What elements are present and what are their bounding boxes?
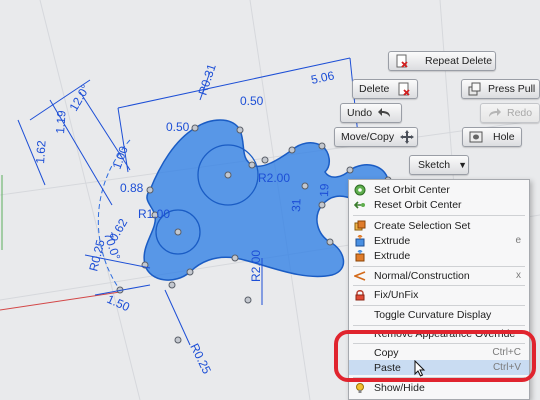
redo-label: Redo — [507, 107, 533, 119]
menu-item-shortcut: Ctrl+C — [492, 347, 521, 358]
menu-separator — [353, 215, 525, 216]
extrude-icon — [354, 249, 366, 262]
menu-item-label: Copy — [374, 346, 399, 359]
selection-set-icon — [354, 220, 366, 232]
delete-label: Delete — [359, 83, 390, 95]
press-pull-button[interactable]: Press Pull — [461, 79, 540, 99]
undo-label: Undo — [347, 107, 373, 119]
x-axis-line — [0, 291, 121, 311]
dimension-label: 1.62 — [33, 140, 49, 165]
move-arrows-icon — [400, 130, 415, 144]
orbit-center-icon — [354, 184, 366, 196]
undo-arrow-icon — [378, 106, 392, 120]
dimension-label: R0.25 — [187, 341, 214, 376]
menu-item-label: Extrude — [374, 249, 411, 262]
dimension-label: R2.00 — [258, 171, 290, 185]
press-pull-label: Press Pull — [488, 83, 536, 95]
dimension-label: 1.50 — [105, 292, 132, 314]
menu-item-label: Toggle Curvature Display — [374, 308, 492, 321]
hole-button[interactable]: Hole — [462, 127, 522, 147]
move-copy-label: Move/Copy — [341, 131, 395, 143]
dimension-label: 31 — [289, 198, 303, 212]
dimension-label: R2.00 — [249, 250, 263, 282]
menu-item-paste[interactable]: Paste Ctrl+V — [349, 360, 529, 375]
menu-item-remove-appearance-override[interactable]: Remove Appearance Override — [349, 326, 529, 341]
menu-item-extrude[interactable]: Extrude e — [349, 233, 529, 248]
menu-item-label: Extrude — [374, 234, 411, 247]
repeat-delete-button[interactable]: Repeat Delete — [388, 51, 496, 71]
context-menu: Set Orbit Center Reset Orbit Center Crea… — [348, 179, 530, 400]
dimension-label: 12.0° — [66, 82, 92, 114]
sketch-dropdown[interactable]: Sketch ▼ — [409, 155, 469, 175]
dimension-label: R1.00 — [138, 207, 170, 221]
menu-item-shortcut: Ctrl+V — [492, 362, 521, 373]
menu-item-fix-unfix[interactable]: Fix/UnFix — [349, 287, 529, 302]
menu-item-shortcut: x — [516, 270, 521, 281]
delete-icon — [397, 82, 411, 96]
dimension-label: 0.62 — [106, 216, 130, 244]
normal-construction-icon — [354, 270, 366, 282]
menu-item-copy[interactable]: Copy Ctrl+C — [349, 345, 529, 360]
press-pull-icon — [468, 82, 482, 96]
dimension-label: 0.50 — [166, 120, 190, 134]
repeat-delete-label: Repeat Delete — [425, 55, 493, 67]
menu-separator — [353, 377, 525, 378]
dimension-label: 0.88 — [120, 181, 144, 195]
reset-orbit-icon — [354, 199, 366, 211]
menu-item-label: Remove Appearance Override — [374, 327, 516, 340]
menu-item-show-hide[interactable]: Show/Hide — [349, 380, 529, 395]
bulb-icon — [354, 382, 366, 394]
menu-item-label: Normal/Construction — [374, 269, 470, 282]
triangle-down-icon: ▼ — [458, 160, 468, 170]
redo-arrow-icon — [487, 106, 501, 120]
menu-item-label: Paste — [374, 361, 401, 374]
menu-separator — [353, 285, 525, 286]
menu-separator — [353, 305, 525, 306]
hole-icon — [469, 130, 483, 144]
hole-label: Hole — [493, 131, 515, 143]
dimension-label: R0.25 — [86, 238, 107, 273]
mouse-cursor-icon — [414, 360, 426, 377]
menu-item-extrude-alt[interactable]: Extrude — [349, 248, 529, 263]
dimension-label: R0.31 — [196, 62, 219, 97]
menu-separator — [353, 343, 525, 344]
menu-item-label: Reset Orbit Center — [374, 198, 462, 211]
lock-icon — [354, 289, 366, 301]
menu-item-shortcut: e — [515, 235, 521, 246]
dimension-label: 5.06 — [310, 68, 336, 87]
delete-icon — [395, 54, 409, 68]
menu-item-label: Show/Hide — [374, 381, 425, 394]
menu-item-toggle-curvature[interactable]: Toggle Curvature Display — [349, 307, 529, 322]
dimension-label: 1.19 — [53, 110, 69, 135]
move-copy-button[interactable]: Move/Copy — [334, 127, 418, 147]
extrude-icon — [354, 234, 366, 247]
sketch-label: Sketch — [418, 159, 451, 171]
dimension-label: 0.50 — [240, 94, 264, 108]
menu-item-normal-construction[interactable]: Normal/Construction x — [349, 268, 529, 283]
menu-item-label: Fix/UnFix — [374, 288, 419, 301]
undo-button[interactable]: Undo — [340, 103, 402, 123]
menu-item-set-orbit-center[interactable]: Set Orbit Center — [349, 182, 529, 197]
dimension-label: 19 — [317, 183, 331, 197]
delete-button[interactable]: Delete — [352, 79, 418, 99]
menu-item-create-selection-set[interactable]: Create Selection Set — [349, 218, 529, 233]
redo-button[interactable]: Redo — [480, 103, 540, 123]
menu-separator — [353, 266, 525, 267]
menu-item-reset-orbit-center[interactable]: Reset Orbit Center — [349, 197, 529, 212]
menu-item-label: Create Selection Set — [374, 219, 471, 232]
menu-item-label: Set Orbit Center — [374, 183, 450, 196]
